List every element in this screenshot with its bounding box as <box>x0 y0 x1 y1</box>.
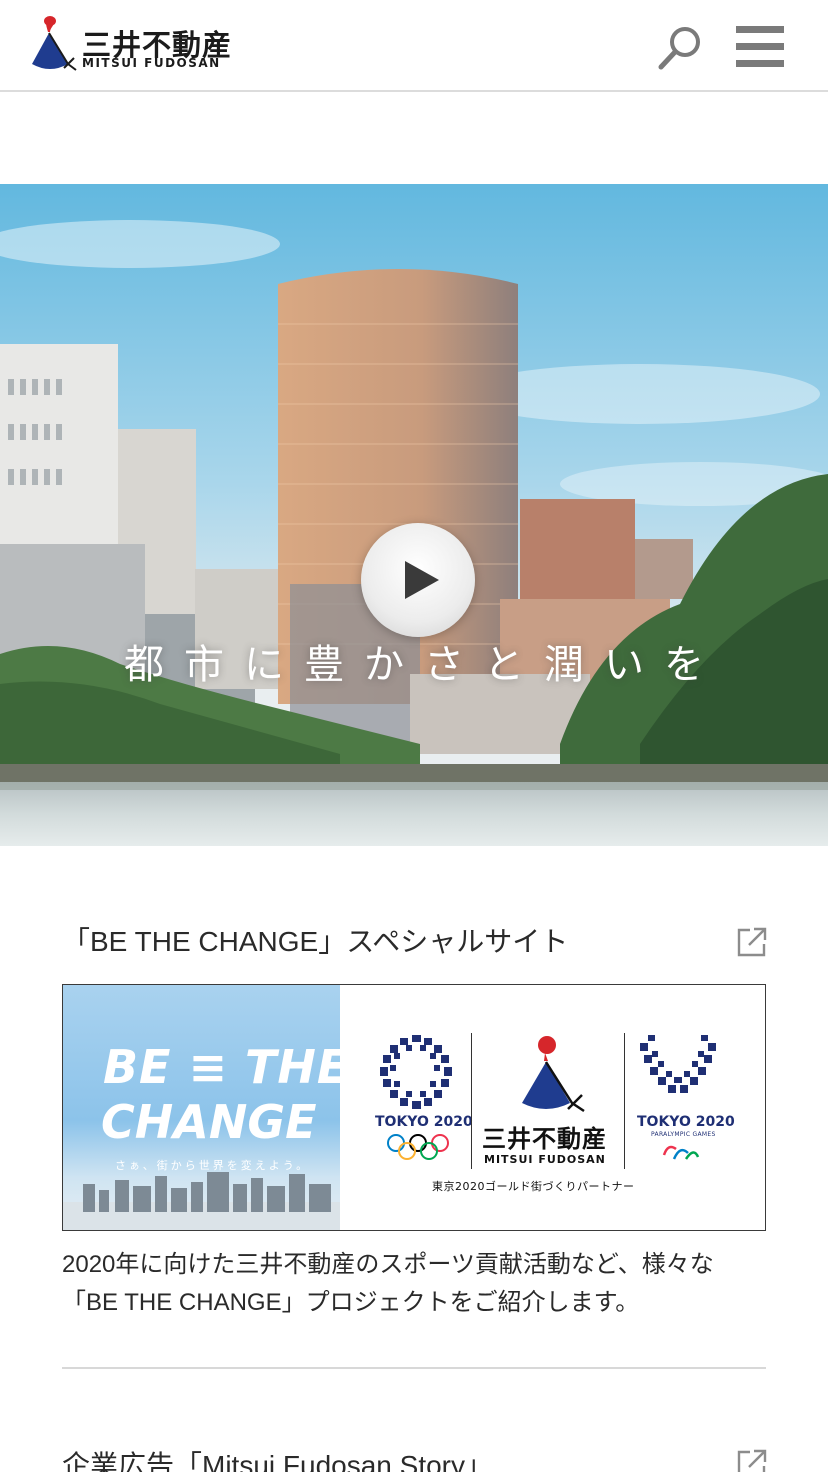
tokyo-2020-olympic-emblem-icon <box>380 1035 452 1109</box>
play-icon <box>405 561 439 599</box>
play-button[interactable] <box>361 523 475 637</box>
banner-be-the-text: BE ≡ THE <box>103 1040 340 1094</box>
hero-video[interactable]: 都市に豊かさと潤いを <box>0 184 828 846</box>
banner-change-text: CHANGE <box>101 1095 317 1149</box>
paralympic-agitos-icon <box>662 1145 700 1160</box>
site-header: 三井不動産 MITSUI FUDOSAN <box>0 0 828 92</box>
olympic-rings-icon <box>387 1134 449 1160</box>
external-link-icon[interactable] <box>736 1448 768 1472</box>
section-title-be-the-change[interactable]: 「BE THE CHANGE」スペシャルサイト <box>62 920 568 960</box>
search-button[interactable] <box>654 24 706 72</box>
banner-tagline: さぁ、街から世界を変えよう。 <box>115 1159 311 1172</box>
banner-right-panel: TOKYO 2020 三井不動産 MITSUI FUDOSAN TOKYO 20… <box>340 985 765 1230</box>
banner-left-panel: BE ≡ THE CHANGE さぁ、街から世界を変えよう。 <box>63 985 340 1230</box>
section-description: 2020年に向けた三井不動産のスポーツ貢献活動など、様々な「BE THE CHA… <box>62 1251 714 1316</box>
hero-cityscape-image <box>0 184 828 846</box>
hamburger-menu-icon <box>736 26 784 67</box>
mitsui-mark-icon <box>32 16 77 71</box>
banner-divider-2 <box>624 1033 625 1169</box>
banner-sponsor-english: MITSUI FUDOSAN <box>484 1153 606 1166</box>
menu-button[interactable] <box>734 24 786 70</box>
search-icon <box>658 27 700 70</box>
banner-skyline-image <box>63 1172 340 1230</box>
tokyo-2020-paralympic-label: TOKYO 2020 <box>637 1114 735 1130</box>
tokyo-2020-paralympic-emblem-icon <box>640 1035 716 1093</box>
mitsui-fudosan-logo[interactable]: 三井不動産 MITSUI FUDOSAN <box>30 16 231 76</box>
be-the-change-banner[interactable]: BE ≡ THE CHANGE さぁ、街から世界を変えよう。 TOKYO 202… <box>62 984 766 1231</box>
gold-partner-label: 東京2020ゴールド街づくりパートナー <box>432 1180 635 1193</box>
banner-divider-1 <box>471 1033 472 1169</box>
hero-caption: 都市に豊かさと潤いを <box>124 642 724 688</box>
section-divider <box>62 1367 766 1369</box>
external-link-icon[interactable] <box>736 926 768 958</box>
paralympic-games-label: PARALYMPIC GAMES <box>651 1131 716 1138</box>
logo-english: MITSUI FUDOSAN <box>82 56 221 70</box>
mitsui-mark-icon <box>522 1036 585 1113</box>
banner-sponsor-japanese: 三井不動産 <box>482 1125 607 1153</box>
section-title-corporate-ad[interactable]: 企業広告「Mitsui Fudosan Story」 <box>62 1444 493 1472</box>
tokyo-2020-olympic-label: TOKYO 2020 <box>375 1114 473 1130</box>
